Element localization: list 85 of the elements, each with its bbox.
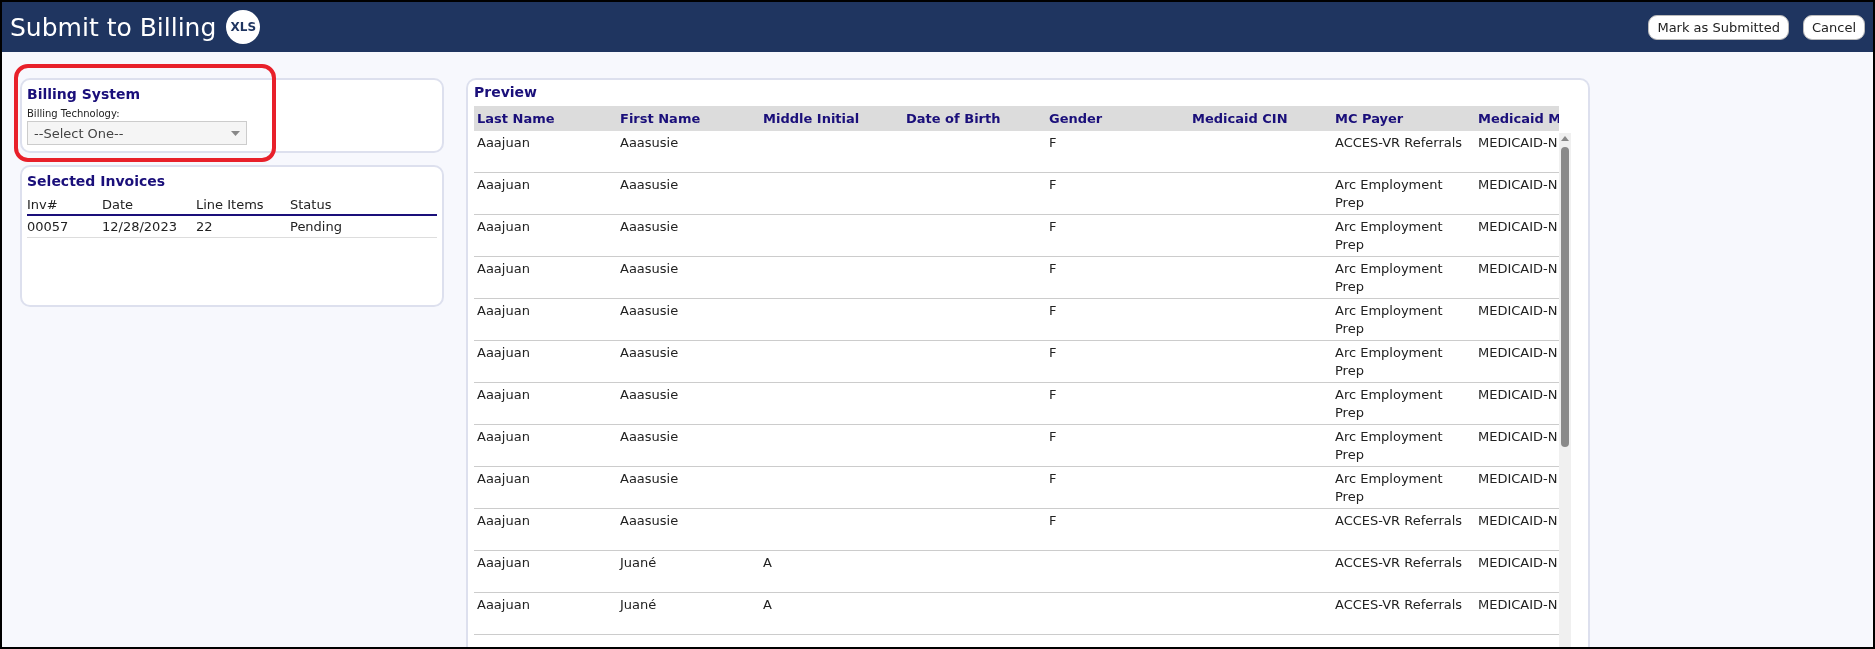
table-cell: MEDICAID-N (1478, 135, 1558, 150)
table-cell: Aaasusie (620, 135, 679, 150)
table-cell: F (1049, 429, 1057, 444)
table-cell: Juané (620, 597, 657, 612)
table-cell: Aaajuan (477, 387, 530, 402)
table-cell: 12/28/2023 (102, 216, 196, 238)
table-cell: MEDICAID-N (1478, 471, 1558, 486)
column-header: First Name (617, 106, 760, 131)
table-cell: F (1049, 387, 1057, 402)
table-cell: Aaasusie (620, 471, 679, 486)
table-cell: Aaajuan (477, 345, 530, 360)
table-cell: F (1049, 135, 1057, 150)
table-cell: MEDICAID-N (1478, 177, 1558, 192)
card-title: Preview (474, 84, 538, 100)
table-cell: Aaasusie (620, 261, 679, 276)
table-cell: Arc Employment Prep (1335, 303, 1443, 336)
table-cell: MEDICAID-N (1478, 555, 1558, 570)
table-cell: MEDICAID-N (1478, 219, 1558, 234)
column-header: Line Items (196, 195, 290, 216)
column-header: Medicaid CIN (1189, 106, 1332, 131)
table-cell: Arc Employment Prep (1335, 429, 1443, 462)
table-cell: Aaajuan (477, 471, 530, 486)
header-button[interactable]: Cancel (1802, 14, 1865, 40)
column-header: Last Name (474, 106, 617, 131)
table-cell: Aaasusie (620, 429, 679, 444)
table-cell: F (1049, 261, 1057, 276)
page-title: Submit to Billing (10, 12, 217, 42)
table-cell: F (1049, 513, 1057, 528)
table-cell: Aaajuan (477, 177, 530, 192)
table-cell: Aaasusie (620, 177, 679, 192)
table-cell: Aaasusie (620, 303, 679, 318)
table-cell: A (763, 555, 772, 570)
column-header: Date (102, 195, 196, 216)
column-header: Status (290, 195, 437, 216)
table-cell: Aaajuan (477, 135, 530, 150)
table-cell: Arc Employment Prep (1335, 471, 1443, 504)
table-cell: Aaajuan (477, 555, 530, 570)
table-cell: Aaajuan (477, 513, 530, 528)
table-cell: Aaasusie (620, 513, 679, 528)
table-cell: MEDICAID-N (1478, 513, 1558, 528)
table-cell: MEDICAID-N (1478, 303, 1558, 318)
field-label: Billing Technology: (27, 108, 121, 119)
table-cell: ACCES-VR Referrals (1335, 513, 1463, 528)
caret-icon (231, 130, 240, 136)
column-header: MC Payer (1332, 106, 1475, 131)
table-cell: Aaasusie (620, 219, 679, 234)
table-cell: MEDICAID-N (1478, 261, 1558, 276)
table-cell: Arc Employment Prep (1335, 387, 1443, 420)
table-cell: ACCES-VR Referrals (1335, 135, 1463, 150)
table-cell: F (1049, 219, 1057, 234)
table-cell: Aaajuan (477, 429, 530, 444)
table-cell: Arc Employment Prep (1335, 261, 1443, 294)
table-cell: 22 (196, 216, 290, 238)
card-title: Billing System (27, 86, 142, 102)
table-cell: MEDICAID-N (1478, 345, 1558, 360)
table-cell: Aaajuan (477, 303, 530, 318)
table-cell: Arc Employment Prep (1335, 345, 1443, 378)
header-button[interactable]: Mark as Submitted (1648, 14, 1789, 40)
column-header: Gender (1046, 106, 1189, 131)
column-header: Inv# (27, 195, 102, 216)
table-cell: Aaajuan (477, 597, 530, 612)
table-cell: Arc Employment Prep (1335, 177, 1443, 210)
card-title: Selected Invoices (27, 173, 167, 189)
table-cell: Aaajuan (477, 219, 530, 234)
table-cell: Aaasusie (620, 345, 679, 360)
column-header: Middle Initial (760, 106, 903, 131)
xls-export-button[interactable]: XLS (226, 10, 261, 44)
table-cell: F (1049, 303, 1057, 318)
table-cell: MEDICAID-N (1478, 597, 1558, 612)
table-cell: Pending (290, 216, 437, 238)
table-cell: ACCES-VR Referrals (1335, 555, 1463, 570)
table-cell: F (1049, 345, 1057, 360)
table-cell: MEDICAID-N (1478, 429, 1558, 444)
billing-technology-select[interactable]: --Select One-- (27, 121, 247, 145)
table-cell: Arc Employment Prep (1335, 219, 1443, 252)
table-cell: Juané (620, 555, 657, 570)
table-cell: 00057 (27, 216, 102, 238)
table-cell: F (1049, 471, 1057, 486)
table-cell: A (763, 597, 772, 612)
table-cell: F (1049, 177, 1057, 192)
table-cell: Aaajuan (477, 261, 530, 276)
table-cell: ACCES-VR Referrals (1335, 597, 1463, 612)
table-cell: MEDICAID-N (1478, 387, 1558, 402)
table-cell: Aaasusie (620, 387, 679, 402)
column-header: Date of Birth (903, 106, 1046, 131)
